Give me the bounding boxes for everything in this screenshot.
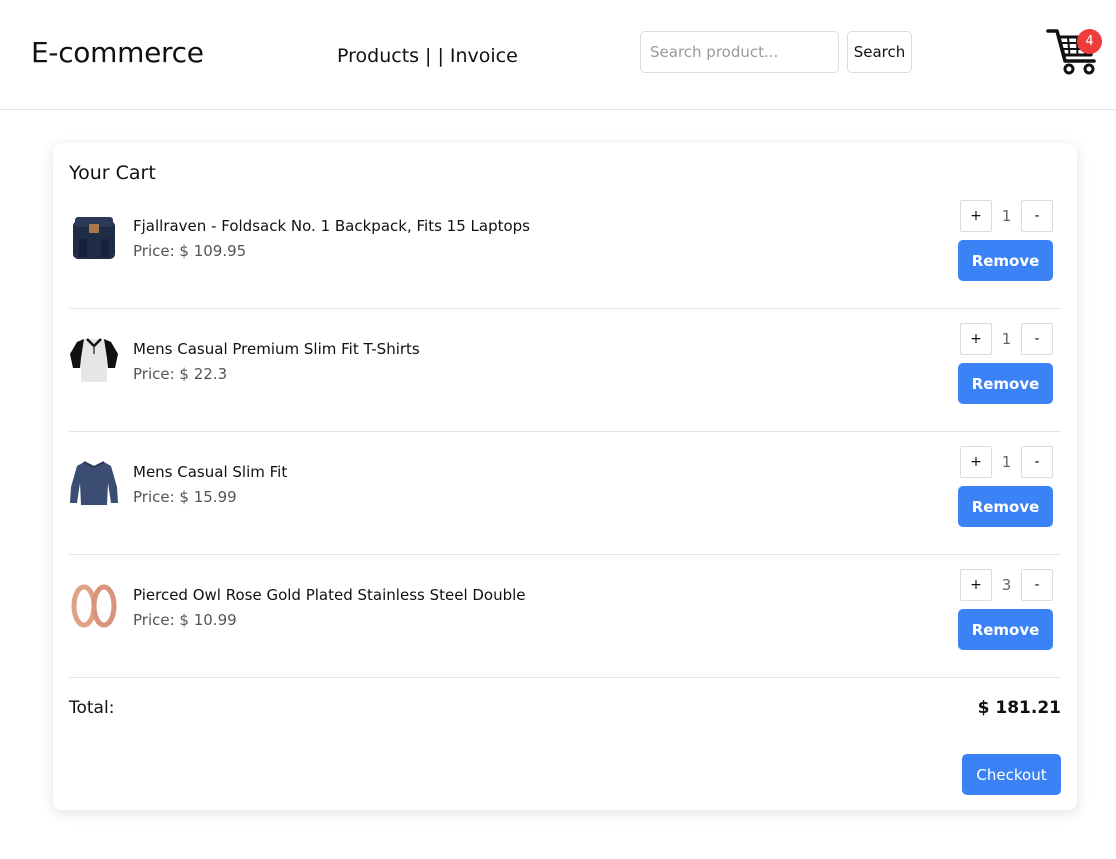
cart-card: Your Cart Fjallraven - Foldsack No. 1 Ba…: [53, 143, 1077, 810]
brand-title[interactable]: E-commerce: [31, 36, 204, 69]
item-price: Price: $ 22.3: [133, 365, 228, 383]
longsleeve-image: [70, 461, 118, 505]
increase-quantity-button[interactable]: +: [960, 569, 992, 601]
nav-link-invoice[interactable]: Invoice: [450, 45, 518, 67]
item-name: Fjallraven - Foldsack No. 1 Backpack, Fi…: [133, 217, 530, 235]
quantity-stepper: + 1 -: [960, 323, 1053, 355]
item-name: Mens Casual Slim Fit: [133, 463, 288, 481]
cart-count-badge: 4: [1077, 29, 1102, 54]
quantity-value: 1: [1001, 330, 1012, 348]
quantity-stepper: + 3 -: [960, 569, 1053, 601]
total-label: Total:: [69, 698, 115, 718]
decrease-quantity-button[interactable]: -: [1021, 200, 1053, 232]
increase-quantity-button[interactable]: +: [960, 323, 992, 355]
increase-quantity-button[interactable]: +: [960, 446, 992, 478]
nav-link-products[interactable]: Products: [337, 45, 419, 67]
item-name: Mens Casual Premium Slim Fit T-Shirts: [133, 340, 420, 358]
quantity-stepper: + 1 -: [960, 446, 1053, 478]
cart-button[interactable]: 4: [1046, 25, 1102, 77]
item-price: Price: $ 15.99: [133, 488, 237, 506]
remove-button[interactable]: Remove: [958, 240, 1053, 281]
cart-item: Mens Casual Slim Fit Price: $ 15.99 + 1 …: [69, 432, 1061, 555]
quantity-stepper: + 1 -: [960, 200, 1053, 232]
checkout-button[interactable]: Checkout: [962, 754, 1061, 795]
tshirt-image: [70, 338, 118, 382]
remove-button[interactable]: Remove: [958, 486, 1053, 527]
main-nav: Products | | Invoice: [337, 45, 518, 67]
cart-item: Fjallraven - Foldsack No. 1 Backpack, Fi…: [69, 186, 1061, 309]
quantity-value: 1: [1001, 453, 1012, 471]
item-name: Pierced Owl Rose Gold Plated Stainless S…: [133, 586, 526, 604]
decrease-quantity-button[interactable]: -: [1021, 569, 1053, 601]
decrease-quantity-button[interactable]: -: [1021, 446, 1053, 478]
nav-separator: | |: [425, 45, 444, 67]
search-input[interactable]: [640, 31, 839, 73]
backpack-image: [73, 217, 115, 259]
rings-image: [71, 584, 117, 628]
search-button[interactable]: Search: [847, 31, 912, 73]
quantity-value: 1: [1001, 207, 1012, 225]
increase-quantity-button[interactable]: +: [960, 200, 992, 232]
quantity-value: 3: [1001, 576, 1012, 594]
top-navbar: E-commerce Products | | Invoice Search 4: [0, 0, 1116, 110]
cart-item: Mens Casual Premium Slim Fit T-Shirts Pr…: [69, 309, 1061, 432]
remove-button[interactable]: Remove: [958, 363, 1053, 404]
cart-title: Your Cart: [69, 162, 156, 184]
decrease-quantity-button[interactable]: -: [1021, 323, 1053, 355]
cart-item: Pierced Owl Rose Gold Plated Stainless S…: [69, 555, 1061, 678]
item-price: Price: $ 10.99: [133, 611, 237, 629]
item-price: Price: $ 109.95: [133, 242, 247, 260]
total-value: $ 181.21: [977, 698, 1061, 718]
remove-button[interactable]: Remove: [958, 609, 1053, 650]
